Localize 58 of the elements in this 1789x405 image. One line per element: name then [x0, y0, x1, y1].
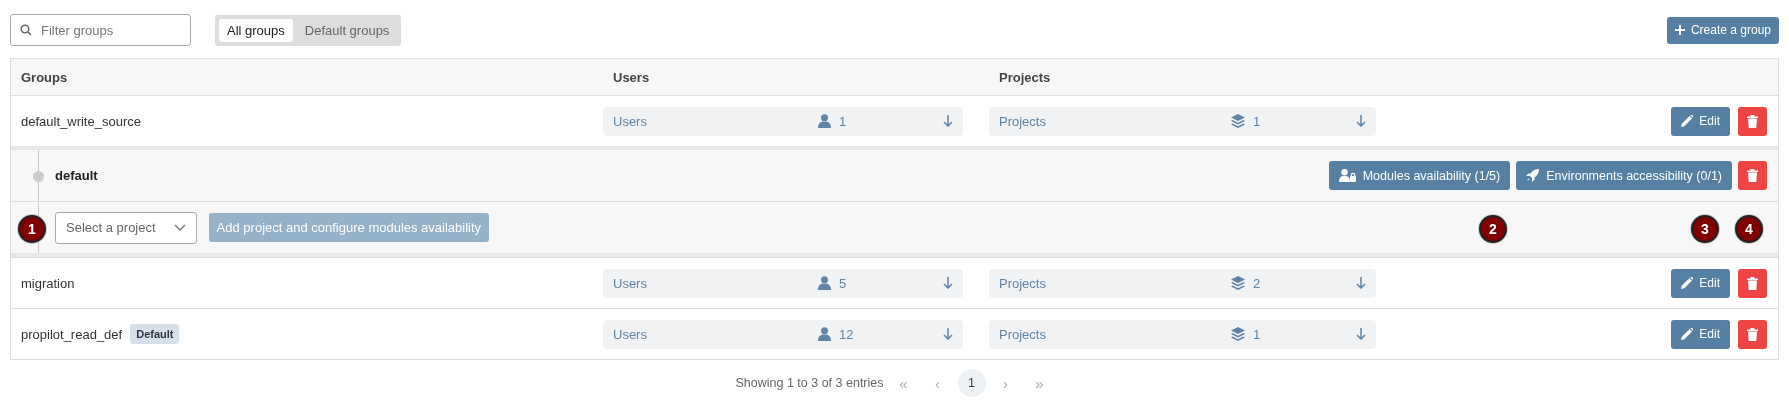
layers-icon: [1231, 114, 1245, 128]
projects-dropdown[interactable]: Projects 1: [989, 106, 1376, 136]
search-icon: [20, 24, 32, 36]
page-button[interactable]: 1: [957, 369, 986, 397]
arrow-down-icon[interactable]: [943, 328, 953, 340]
filter-tab[interactable]: All groups: [219, 18, 293, 42]
column-header: Users: [612, 69, 651, 85]
group-name: migration: [21, 275, 75, 291]
pencil-icon: [1681, 328, 1694, 340]
pagination-summary: Showing 1 to 3 of 3 entries: [735, 376, 884, 390]
project-select[interactable]: Select a project: [55, 211, 197, 244]
edit-button[interactable]: Edit: [1671, 106, 1730, 136]
filter-field[interactable]: Filter groups: [10, 14, 191, 46]
layers-icon: [1231, 327, 1245, 341]
group-name: default_write_source: [21, 113, 141, 129]
pencil-icon: [1681, 115, 1694, 127]
environments-accessibility-button[interactable]: Environments accessibility (0/1): [1516, 161, 1732, 190]
projects-dropdown[interactable]: Projects 2: [989, 268, 1376, 298]
first-page-button[interactable]: «: [889, 369, 918, 397]
column-header: Projects: [998, 69, 1052, 85]
user-icon: [818, 114, 831, 128]
previous-page-button[interactable]: ‹: [923, 369, 952, 397]
rocket-icon: [1526, 169, 1540, 182]
trash-icon: [1747, 169, 1758, 182]
arrow-down-icon[interactable]: [943, 115, 953, 127]
create-group-button[interactable]: Create a group: [1666, 16, 1779, 44]
layers-icon: [1231, 276, 1245, 290]
arrow-down-icon[interactable]: [1356, 277, 1366, 289]
delete-button[interactable]: [1738, 268, 1767, 298]
projects-dropdown[interactable]: Projects 1: [989, 319, 1376, 349]
trash-icon: [1747, 276, 1758, 290]
column-header: Groups: [20, 69, 69, 85]
arrow-down-icon[interactable]: [943, 277, 953, 289]
next-page-button[interactable]: ›: [991, 369, 1020, 397]
trash-icon: [1747, 114, 1758, 128]
users-dropdown[interactable]: Users 12: [603, 319, 963, 349]
edit-button[interactable]: Edit: [1671, 319, 1730, 349]
user-lock-icon: [1338, 169, 1356, 182]
project-name: default: [55, 168, 99, 183]
plus-icon: [1674, 25, 1685, 35]
delete-button[interactable]: [1738, 319, 1767, 349]
filter-tab[interactable]: Default groups: [296, 18, 398, 42]
arrow-down-icon[interactable]: [1356, 328, 1366, 340]
user-icon: [818, 327, 831, 341]
chevron-down-icon: [173, 224, 186, 231]
users-dropdown[interactable]: Users 5: [603, 268, 963, 298]
default-tag: Default: [130, 324, 180, 344]
modules-availability-button[interactable]: Modules availability (1/5): [1328, 161, 1511, 190]
delete-button[interactable]: [1738, 161, 1767, 190]
user-icon: [818, 276, 831, 290]
arrow-down-icon[interactable]: [1356, 115, 1366, 127]
pencil-icon: [1681, 277, 1694, 289]
group-name: propilot_read_def: [21, 326, 123, 342]
edit-button[interactable]: Edit: [1671, 268, 1730, 298]
users-dropdown[interactable]: Users 1: [603, 106, 963, 136]
trash-icon: [1747, 327, 1758, 341]
last-page-button[interactable]: »: [1025, 369, 1054, 397]
delete-button[interactable]: [1738, 106, 1767, 136]
